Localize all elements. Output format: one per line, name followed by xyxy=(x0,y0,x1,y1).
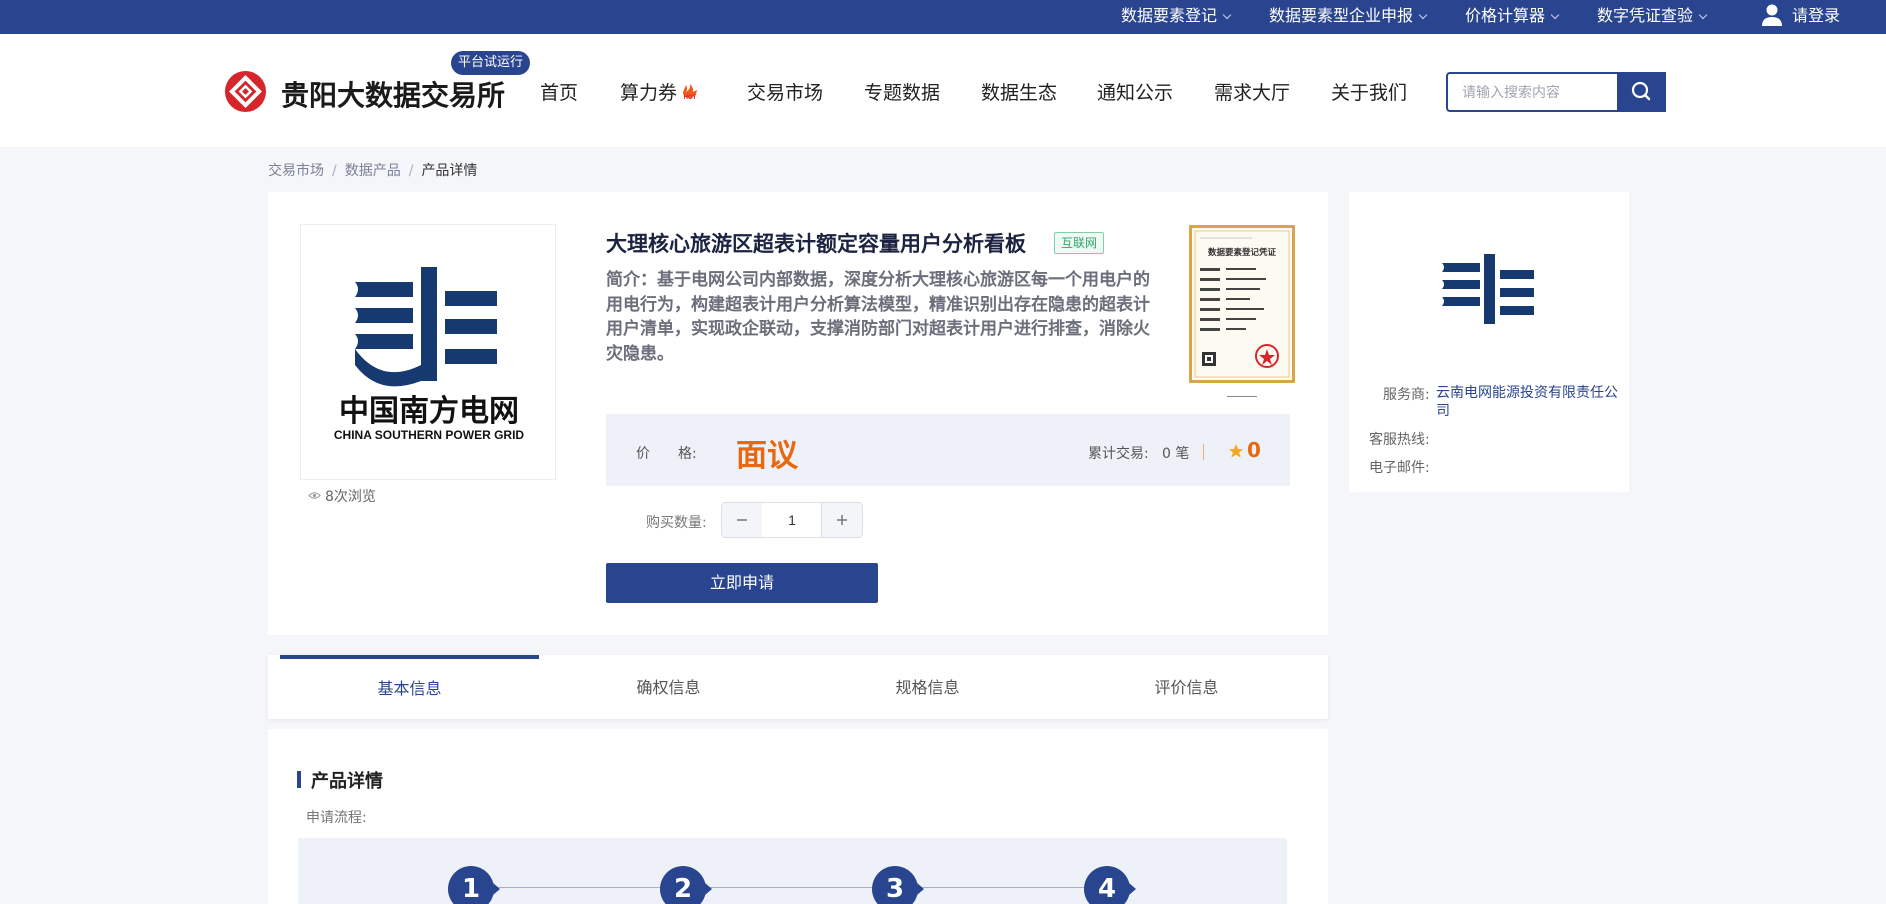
breadcrumb-product-detail: 产品详情 xyxy=(421,163,478,179)
quantity-label: 购买数量: xyxy=(646,515,707,531)
email-label: 电子邮件: xyxy=(1369,460,1430,476)
quantity-input[interactable] xyxy=(762,502,822,538)
application-steps-panel xyxy=(298,838,1287,904)
product-title: 大理核心旅游区超表计额定容量用户分析看板 xyxy=(606,232,1026,256)
breadcrumb-separator: / xyxy=(332,163,337,179)
nav-topic-data[interactable]: 专题数据 xyxy=(864,78,940,105)
trade-count-value: 0 笔 xyxy=(1162,446,1190,462)
star-icon xyxy=(1228,444,1244,458)
product-detail-heading: 产品详情 xyxy=(311,771,383,792)
nav-compute-voucher[interactable]: 算力券 HOT xyxy=(620,78,701,105)
search-icon xyxy=(1631,81,1651,101)
login-link[interactable]: 请登录 xyxy=(1792,0,1840,34)
quantity-decrease-button[interactable] xyxy=(721,502,763,538)
chevron-down-icon xyxy=(1418,10,1428,20)
certificate-indicator xyxy=(1227,396,1257,397)
tab-rights-info[interactable]: 确权信息 xyxy=(539,655,798,719)
hot-icon: HOT xyxy=(683,84,698,101)
product-description: 简介：基于电网公司内部数据，深度分析大理核心旅游区每一个用电户的用电行为，构建超… xyxy=(606,270,1150,364)
tab-basic-info[interactable]: 基本信息 xyxy=(280,655,539,719)
tab-review-info[interactable]: 评价信息 xyxy=(1057,655,1316,719)
registration-certificate[interactable]: 数据要素登记凭证 xyxy=(1189,225,1295,383)
tab-spec-info[interactable]: 规格信息 xyxy=(798,655,1057,719)
nav-home[interactable]: 首页 xyxy=(540,78,578,105)
rating-score: 0 xyxy=(1247,438,1261,462)
hot-text: HOT xyxy=(684,95,697,101)
certificate-image: 数据要素登记凭证 xyxy=(1194,230,1290,378)
nav-trading-market[interactable]: 交易市场 xyxy=(747,78,823,105)
step-2: 2 xyxy=(660,866,712,904)
search-button[interactable] xyxy=(1617,72,1666,112)
section-accent-bar xyxy=(297,771,301,788)
certificate-title: 数据要素登记凭证 xyxy=(1208,247,1277,258)
breadcrumb-data-products[interactable]: 数据产品 xyxy=(345,163,401,179)
view-count: 8次浏览 xyxy=(308,486,376,506)
csg-logo-image: 中国南方电网 CHINA SOUTHERN POWER GRID xyxy=(334,267,525,442)
provider-logo-icon xyxy=(1442,254,1534,324)
step-connector xyxy=(494,887,684,888)
top-utility-bar: 数据要素登记 数据要素型企业申报 价格计算器 数字凭证查验 请登录 xyxy=(0,0,1886,34)
minus-icon xyxy=(737,519,747,521)
divider xyxy=(1203,444,1204,460)
apply-now-button[interactable]: 立即申请 xyxy=(606,563,878,603)
quantity-increase-button[interactable] xyxy=(821,502,863,538)
nav-demand-hall[interactable]: 需求大厅 xyxy=(1214,78,1290,105)
nav-data-ecosystem[interactable]: 数据生态 xyxy=(981,78,1057,105)
topbar-enterprise-declaration[interactable]: 数据要素型企业申报 xyxy=(1269,0,1428,34)
breadcrumb-trading-market[interactable]: 交易市场 xyxy=(268,163,324,179)
step-3: 3 xyxy=(872,866,924,904)
main-header: 贵阳大数据交易所 平台试运行 首页 算力券 HOT 交易市场 专题数据 数据生态 … xyxy=(0,34,1886,147)
step-1: 1 xyxy=(448,866,500,904)
application-flow-label: 申请流程: xyxy=(306,810,367,826)
chevron-down-icon xyxy=(1222,10,1232,20)
breadcrumb: 交易市场 / 数据产品 / 产品详情 xyxy=(268,160,485,180)
step-connector xyxy=(706,887,896,888)
step-4: 4 xyxy=(1084,866,1136,904)
topbar-item-label: 价格计算器 xyxy=(1465,6,1546,25)
chevron-down-icon xyxy=(1550,10,1560,20)
topbar-data-registration[interactable]: 数据要素登记 xyxy=(1121,0,1232,34)
topbar-item-label: 数字凭证查验 xyxy=(1597,6,1694,25)
category-tag: 互联网 xyxy=(1054,232,1105,254)
product-image: 中国南方电网 CHINA SOUTHERN POWER GRID xyxy=(300,224,556,480)
detail-tabs: 基本信息 确权信息 规格信息 评价信息 xyxy=(268,655,1328,719)
nav-notices[interactable]: 通知公示 xyxy=(1097,78,1173,105)
chevron-down-icon xyxy=(1698,10,1708,20)
provider-name[interactable]: 云南电网能源投资有限责任公司 xyxy=(1436,384,1620,420)
trade-count-label: 累计交易: xyxy=(1088,446,1149,462)
logo-cn-text: 中国南方电网 xyxy=(339,394,519,429)
price-label: 价 格: xyxy=(636,446,697,462)
topbar-price-calculator[interactable]: 价格计算器 xyxy=(1465,0,1560,34)
hotline-label: 客服热线: xyxy=(1369,432,1430,448)
view-count-text: 8次浏览 xyxy=(325,489,376,505)
nav-about-us[interactable]: 关于我们 xyxy=(1331,78,1407,105)
eye-icon xyxy=(308,492,321,499)
logo-en-text: CHINA SOUTHERN POWER GRID xyxy=(334,428,525,442)
user-icon[interactable] xyxy=(1760,2,1784,28)
plus-icon xyxy=(837,515,847,525)
nav-label: 算力券 xyxy=(620,82,678,104)
step-connector xyxy=(918,887,1108,888)
trial-badge: 平台试运行 xyxy=(451,51,531,75)
topbar-item-label: 数据要素登记 xyxy=(1121,6,1218,25)
exchange-logo-text[interactable]: 贵阳大数据交易所 xyxy=(281,74,505,114)
exchange-logo-icon[interactable] xyxy=(224,70,267,113)
topbar-credential-check[interactable]: 数字凭证查验 xyxy=(1597,0,1708,34)
provider-label: 服务商: xyxy=(1383,387,1430,403)
price-value: 面议 xyxy=(736,438,798,474)
breadcrumb-separator: / xyxy=(408,163,414,179)
topbar-item-label: 数据要素型企业申报 xyxy=(1269,6,1414,25)
